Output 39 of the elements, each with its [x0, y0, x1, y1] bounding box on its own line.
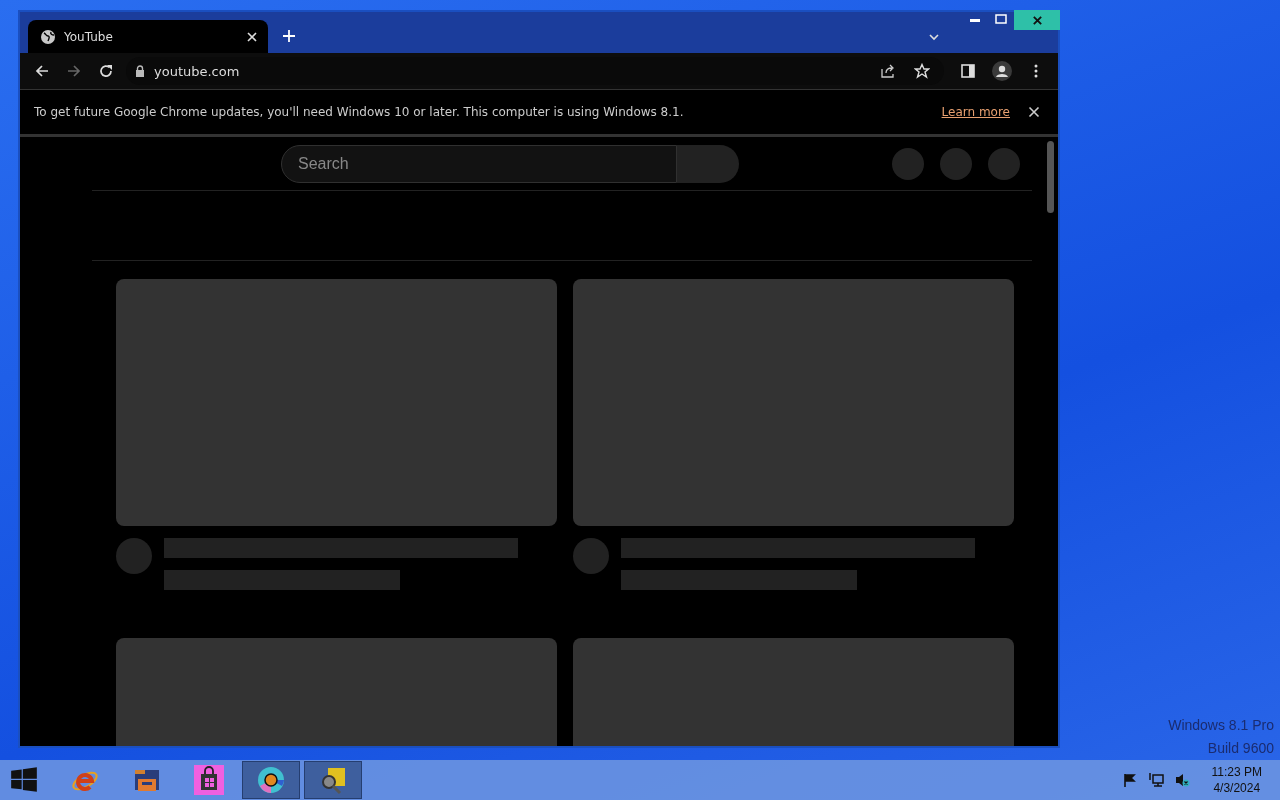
side-panel-icon[interactable]	[960, 63, 976, 79]
clock-date[interactable]: 4/3/2024	[1213, 780, 1261, 796]
close-window-button[interactable]	[1014, 10, 1060, 30]
forward-icon[interactable]	[66, 63, 82, 79]
lock-icon	[134, 65, 146, 77]
avatar-placeholder	[116, 538, 152, 574]
browser-tab[interactable]: YouTube	[28, 20, 268, 53]
shopping-bag-icon	[194, 765, 224, 795]
speaker-muted-icon[interactable]	[1173, 772, 1190, 788]
close-icon[interactable]	[246, 30, 258, 43]
start-icon[interactable]	[10, 766, 38, 794]
profile-icon[interactable]	[992, 61, 1012, 81]
globe-icon	[40, 28, 56, 45]
taskbar-app-button[interactable]	[304, 761, 362, 799]
share-icon[interactable]	[880, 63, 896, 79]
chevron-down-icon[interactable]	[928, 31, 940, 43]
back-icon[interactable]	[34, 63, 50, 79]
icon-placeholder	[940, 147, 972, 180]
windows-version-text: Windows 8.1 Pro	[1168, 716, 1274, 735]
network-icon[interactable]	[1147, 772, 1164, 788]
scrollbar-thumb[interactable]	[1047, 141, 1054, 213]
address-bar[interactable]: youtube.com	[126, 57, 944, 85]
flag-icon[interactable]	[1121, 772, 1138, 788]
avatar-placeholder	[573, 538, 609, 574]
icon-placeholder	[892, 147, 924, 180]
windows-version-text: Build 9600	[1207, 739, 1274, 758]
icon-placeholder	[988, 147, 1020, 180]
close-icon[interactable]	[1028, 106, 1040, 118]
taskbar-app-button[interactable]	[242, 761, 300, 799]
close-icon	[1031, 14, 1043, 26]
new-tab-icon[interactable]	[282, 29, 296, 43]
tab-title: YouTube	[64, 29, 114, 44]
reload-icon[interactable]	[98, 63, 114, 79]
clock-time[interactable]: 11:23 PM	[1211, 764, 1262, 780]
search-field[interactable]: Search	[281, 144, 677, 183]
update-warning-message: To get future Google Chrome updates, you'll need Windows 10 or later. This computer is using Windows 8.1.	[34, 105, 685, 119]
learn-more-link[interactable]: Learn more	[941, 105, 1010, 119]
star-icon[interactable]	[914, 63, 930, 79]
browser-logo-icon	[256, 765, 286, 795]
